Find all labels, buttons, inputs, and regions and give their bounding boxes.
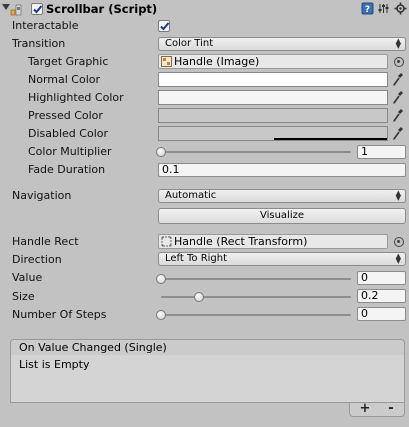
steps-slider-thumb[interactable] [156, 310, 166, 320]
alpha-bar [274, 138, 387, 140]
navigation-dropdown[interactable]: Automatic ▲ ▼ [158, 189, 406, 203]
handle-rect-value: Handle (Rect Transform) [174, 235, 308, 248]
foldout-arrow-icon[interactable] [2, 4, 10, 10]
normal-color-field[interactable] [158, 72, 388, 87]
navigation-label: Navigation [12, 189, 72, 202]
color-multiplier-slider-thumb[interactable] [156, 147, 166, 157]
target-graphic-field[interactable]: Handle (Image) [158, 54, 388, 69]
object-picker-icon[interactable] [394, 57, 404, 67]
fade-duration-label: Fade Duration [28, 163, 106, 176]
image-asset-icon [161, 56, 172, 67]
pressed-color-label: Pressed Color [28, 109, 103, 122]
interactable-label: Interactable [12, 19, 79, 32]
preset-sliders-icon[interactable] [377, 2, 390, 15]
transition-dropdown[interactable]: Color Tint ▲ ▼ [158, 37, 406, 51]
help-book-icon[interactable]: ? [361, 2, 374, 15]
transition-value: Color Tint [165, 38, 214, 49]
value-label: Value [12, 271, 43, 284]
normal-color-label: Normal Color [28, 73, 101, 86]
handle-rect-label: Handle Rect [12, 235, 79, 248]
direction-label: Direction [12, 253, 62, 266]
script-icon [10, 3, 23, 16]
svg-text:?: ? [365, 5, 370, 15]
disabled-color-label: Disabled Color [28, 127, 109, 140]
handle-rect-field[interactable]: Handle (Rect Transform) [158, 234, 388, 249]
fade-duration-input[interactable]: 0.1 [158, 163, 406, 177]
size-input[interactable]: 0.2 [357, 289, 406, 303]
value-slider-track[interactable] [161, 278, 351, 280]
dropdown-arrows-icon: ▲ ▼ [395, 37, 401, 50]
highlighted-color-field[interactable] [158, 90, 388, 105]
event-footer: + - [349, 402, 405, 417]
value-slider-thumb[interactable] [156, 274, 166, 284]
event-header: On Value Changed (Single) [10, 339, 405, 356]
size-slider-thumb[interactable] [194, 292, 204, 302]
event-list: List is Empty [10, 355, 405, 403]
target-graphic-value: Handle (Image) [174, 55, 260, 68]
component-title: Scrollbar (Script) [46, 2, 158, 16]
target-graphic-label: Target Graphic [28, 55, 109, 68]
direction-dropdown[interactable]: Left To Right ▲ ▼ [158, 252, 406, 266]
highlighted-color-label: Highlighted Color [28, 91, 124, 104]
eyedropper-icon[interactable] [392, 126, 404, 141]
component-enabled-checkbox[interactable] [31, 3, 43, 15]
eyedropper-icon[interactable] [392, 90, 404, 105]
value-input[interactable]: 0 [357, 271, 406, 285]
remove-event-button[interactable]: - [384, 402, 398, 416]
eyedropper-icon[interactable] [392, 108, 404, 123]
steps-label: Number Of Steps [12, 308, 107, 321]
interactable-checkbox[interactable] [158, 20, 170, 32]
color-multiplier-input[interactable]: 1 [357, 145, 406, 159]
settings-gear-icon[interactable] [394, 2, 407, 15]
rect-transform-icon [161, 236, 172, 247]
dropdown-arrows-icon: ▲ ▼ [395, 252, 401, 265]
add-event-button[interactable]: + [358, 402, 372, 416]
color-multiplier-slider-track[interactable] [161, 151, 351, 153]
size-label: Size [12, 290, 35, 303]
pressed-color-field[interactable] [158, 108, 388, 123]
disabled-color-field[interactable] [158, 126, 388, 141]
transition-label: Transition [12, 37, 66, 50]
direction-value: Left To Right [165, 253, 228, 264]
component-header: Scrollbar (Script) ? [0, 0, 409, 18]
color-multiplier-label: Color Multiplier [28, 145, 112, 158]
event-empty-text: List is Empty [19, 358, 90, 371]
eyedropper-icon[interactable] [392, 72, 404, 87]
dropdown-arrows-icon: ▲ ▼ [395, 189, 401, 202]
steps-slider-track[interactable] [161, 314, 351, 316]
navigation-value: Automatic [165, 190, 217, 201]
steps-input[interactable]: 0 [357, 307, 406, 321]
visualize-button[interactable]: Visualize [158, 208, 406, 224]
size-slider-track[interactable] [161, 296, 351, 298]
object-picker-icon[interactable] [394, 237, 404, 247]
